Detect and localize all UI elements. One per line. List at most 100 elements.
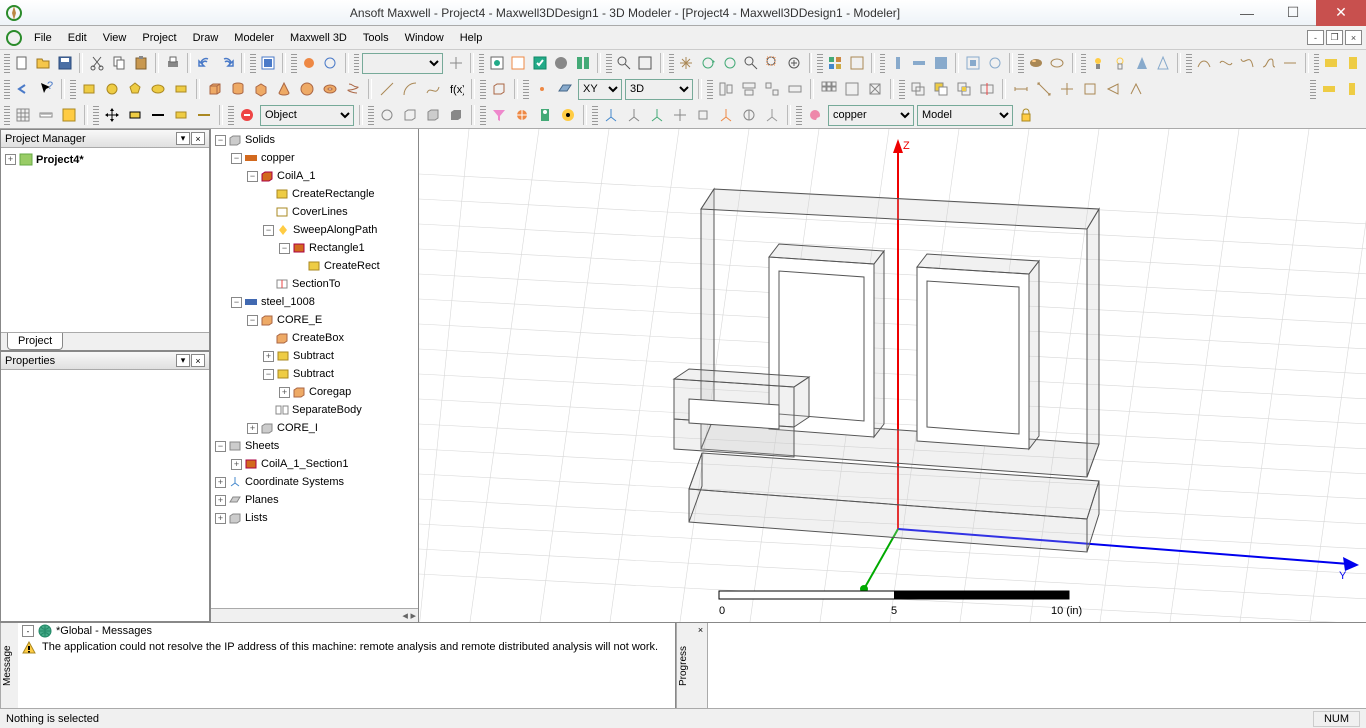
draw-cone-button[interactable] bbox=[274, 79, 294, 99]
draw-sphere-button[interactable] bbox=[297, 79, 317, 99]
project-tab[interactable]: Project bbox=[7, 333, 63, 350]
undo-arrow-button[interactable] bbox=[13, 79, 33, 99]
bool-intersect-button[interactable] bbox=[954, 79, 974, 99]
props-pin-button[interactable]: ▾ bbox=[176, 354, 190, 367]
render-wire-button[interactable] bbox=[1048, 53, 1067, 73]
rotate-button[interactable] bbox=[699, 53, 718, 73]
tb-r3-a[interactable] bbox=[377, 105, 397, 125]
plane-combo[interactable]: XY bbox=[578, 79, 622, 100]
axes-button-4[interactable] bbox=[670, 105, 690, 125]
tb-r3-e[interactable] bbox=[512, 105, 532, 125]
plane-button[interactable] bbox=[555, 79, 575, 99]
measure-2-button[interactable] bbox=[1034, 79, 1054, 99]
tb-button-r2b[interactable] bbox=[865, 79, 885, 99]
message-tab[interactable]: Message bbox=[0, 623, 18, 708]
tb-button-2[interactable] bbox=[300, 53, 319, 73]
tree-coordsys[interactable]: +Coordinate Systems bbox=[211, 473, 418, 491]
align-1-button[interactable] bbox=[716, 79, 736, 99]
tb-curve-2[interactable] bbox=[1216, 53, 1235, 73]
tree-coilsection[interactable]: +CoilA_1_Section1 bbox=[211, 455, 418, 473]
undo-button[interactable] bbox=[196, 53, 215, 73]
menu-draw[interactable]: Draw bbox=[185, 29, 227, 47]
print-button[interactable] bbox=[164, 53, 183, 73]
pan-button[interactable] bbox=[677, 53, 696, 73]
ruler-button[interactable] bbox=[36, 105, 56, 125]
draw-rect-button[interactable] bbox=[79, 79, 99, 99]
redo-button[interactable] bbox=[218, 53, 237, 73]
menu-modeler[interactable]: Modeler bbox=[226, 29, 282, 47]
menu-tools[interactable]: Tools bbox=[355, 29, 397, 47]
tree-createbox[interactable]: CreateBox bbox=[211, 329, 418, 347]
axes-button-8[interactable] bbox=[762, 105, 782, 125]
render-shaded-button[interactable] bbox=[1027, 53, 1046, 73]
tb-button-11[interactable] bbox=[826, 53, 845, 73]
measure-5-button[interactable] bbox=[1103, 79, 1123, 99]
analyze-button[interactable] bbox=[530, 53, 549, 73]
color-button[interactable] bbox=[805, 105, 825, 125]
tree-sweep[interactable]: −SweepAlongPath bbox=[211, 221, 418, 239]
snap-button[interactable] bbox=[59, 105, 79, 125]
tb-curve-1[interactable] bbox=[1195, 53, 1214, 73]
sel-line-button[interactable] bbox=[148, 105, 168, 125]
menu-help[interactable]: Help bbox=[452, 29, 491, 47]
open-button[interactable] bbox=[34, 53, 53, 73]
tb-curve-3[interactable] bbox=[1238, 53, 1257, 73]
axes-button-7[interactable] bbox=[739, 105, 759, 125]
tb-button-15[interactable] bbox=[932, 53, 951, 73]
light-button-2[interactable] bbox=[1111, 53, 1130, 73]
tb-r3-b[interactable] bbox=[400, 105, 420, 125]
stop-button[interactable] bbox=[237, 105, 257, 125]
draw-poly-button[interactable] bbox=[125, 79, 145, 99]
tb-button-10[interactable] bbox=[742, 53, 761, 73]
tb-button-8[interactable] bbox=[636, 53, 655, 73]
tb-r2-end2[interactable] bbox=[1342, 79, 1362, 99]
tree-coverlines[interactable]: CoverLines bbox=[211, 203, 418, 221]
tree-sectionto[interactable]: SectionTo bbox=[211, 275, 418, 293]
tb-r3-f[interactable] bbox=[535, 105, 555, 125]
tb-button-17[interactable] bbox=[986, 53, 1005, 73]
msg-expand-button[interactable]: - bbox=[22, 625, 34, 637]
lock-button[interactable] bbox=[1016, 105, 1036, 125]
mdi-minimize-button[interactable]: - bbox=[1307, 30, 1324, 45]
sweep-box-button[interactable] bbox=[489, 79, 509, 99]
light-button[interactable] bbox=[1089, 53, 1108, 73]
tb-r3-g[interactable] bbox=[558, 105, 578, 125]
tree-lists[interactable]: +Lists bbox=[211, 509, 418, 527]
measure-3-button[interactable] bbox=[1057, 79, 1077, 99]
tree-corei[interactable]: +CORE_I bbox=[211, 419, 418, 437]
axes-button-6[interactable] bbox=[716, 105, 736, 125]
tb-button-1[interactable] bbox=[259, 53, 278, 73]
project-node[interactable]: + Project4* bbox=[5, 152, 205, 167]
props-close-button[interactable]: × bbox=[191, 354, 205, 367]
draw-box-button[interactable] bbox=[205, 79, 225, 99]
mdi-close-button[interactable]: × bbox=[1345, 30, 1362, 45]
tree-separatebody[interactable]: SeparateBody bbox=[211, 401, 418, 419]
sel-rect-button[interactable] bbox=[125, 105, 145, 125]
pm-close-button[interactable]: × bbox=[191, 132, 205, 145]
axes-button-1[interactable] bbox=[601, 105, 621, 125]
copy-button[interactable] bbox=[110, 53, 129, 73]
model-combo[interactable]: Model bbox=[917, 105, 1013, 126]
draw-circle-button[interactable] bbox=[102, 79, 122, 99]
tb-button-20[interactable] bbox=[1322, 53, 1341, 73]
axes-button-2[interactable] bbox=[624, 105, 644, 125]
menu-file[interactable]: File bbox=[26, 29, 60, 47]
menu-view[interactable]: View bbox=[95, 29, 135, 47]
tb-button-13[interactable] bbox=[888, 53, 907, 73]
draw-spline-button[interactable] bbox=[423, 79, 443, 99]
draw-prism-button[interactable] bbox=[251, 79, 271, 99]
grid-button[interactable] bbox=[13, 105, 33, 125]
draw-ellipse-button[interactable] bbox=[148, 79, 168, 99]
maximize-button[interactable]: ☐ bbox=[1270, 0, 1316, 26]
tree-steel[interactable]: −steel_1008 bbox=[211, 293, 418, 311]
minimize-button[interactable]: — bbox=[1224, 0, 1270, 26]
expression-combo[interactable] bbox=[362, 53, 443, 74]
tree-subtract2[interactable]: −Subtract bbox=[211, 365, 418, 383]
tree-sheets[interactable]: −Sheets bbox=[211, 437, 418, 455]
sel-line2-button[interactable] bbox=[194, 105, 214, 125]
tb-button-r2a[interactable] bbox=[842, 79, 862, 99]
axes-button-3[interactable] bbox=[647, 105, 667, 125]
tb-r2-end1[interactable] bbox=[1319, 79, 1339, 99]
save-button[interactable] bbox=[56, 53, 75, 73]
tb-button-16[interactable] bbox=[964, 53, 983, 73]
